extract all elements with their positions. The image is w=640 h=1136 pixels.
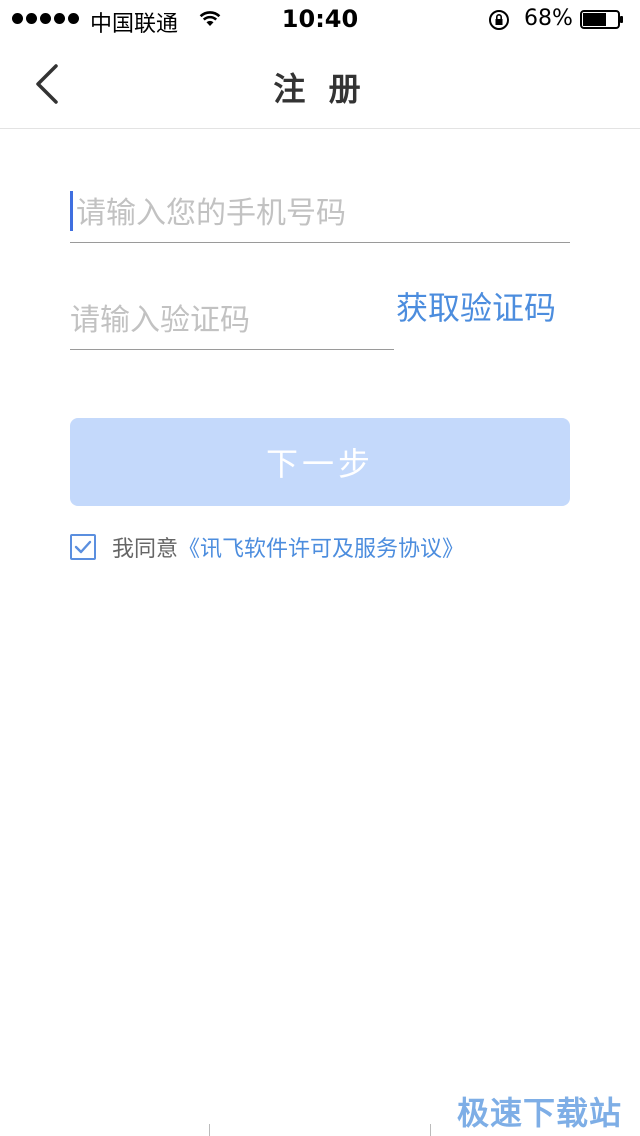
verification-code-field[interactable] bbox=[70, 292, 394, 350]
divider-tick bbox=[209, 1124, 210, 1136]
battery-percent: 68% bbox=[524, 6, 573, 31]
watermark-logo: 极速下载站 bbox=[456, 1094, 622, 1132]
agreement-row: 我同意 《讯飞软件许可及服务协议》 bbox=[70, 532, 464, 562]
verification-code-input[interactable] bbox=[70, 292, 394, 349]
phone-field[interactable] bbox=[70, 185, 576, 243]
phone-input[interactable] bbox=[70, 185, 576, 242]
next-step-button[interactable]: 下一步 bbox=[70, 418, 570, 506]
text-caret bbox=[70, 191, 73, 231]
rotation-lock-icon bbox=[489, 10, 509, 30]
status-bar: 中国联通 10:40 68% bbox=[0, 0, 640, 40]
battery-icon bbox=[580, 10, 623, 29]
divider-tick bbox=[430, 1124, 431, 1136]
license-agreement-link[interactable]: 《讯飞软件许可及服务协议》 bbox=[178, 531, 464, 563]
get-code-button[interactable]: 获取验证码 bbox=[396, 286, 572, 330]
agree-label: 我同意 bbox=[112, 537, 179, 562]
page-title: 注 册 bbox=[273, 70, 367, 108]
agree-checkbox[interactable] bbox=[70, 534, 96, 560]
navigation-bar: 注 册 bbox=[0, 40, 640, 129]
checkmark-icon bbox=[74, 540, 92, 554]
